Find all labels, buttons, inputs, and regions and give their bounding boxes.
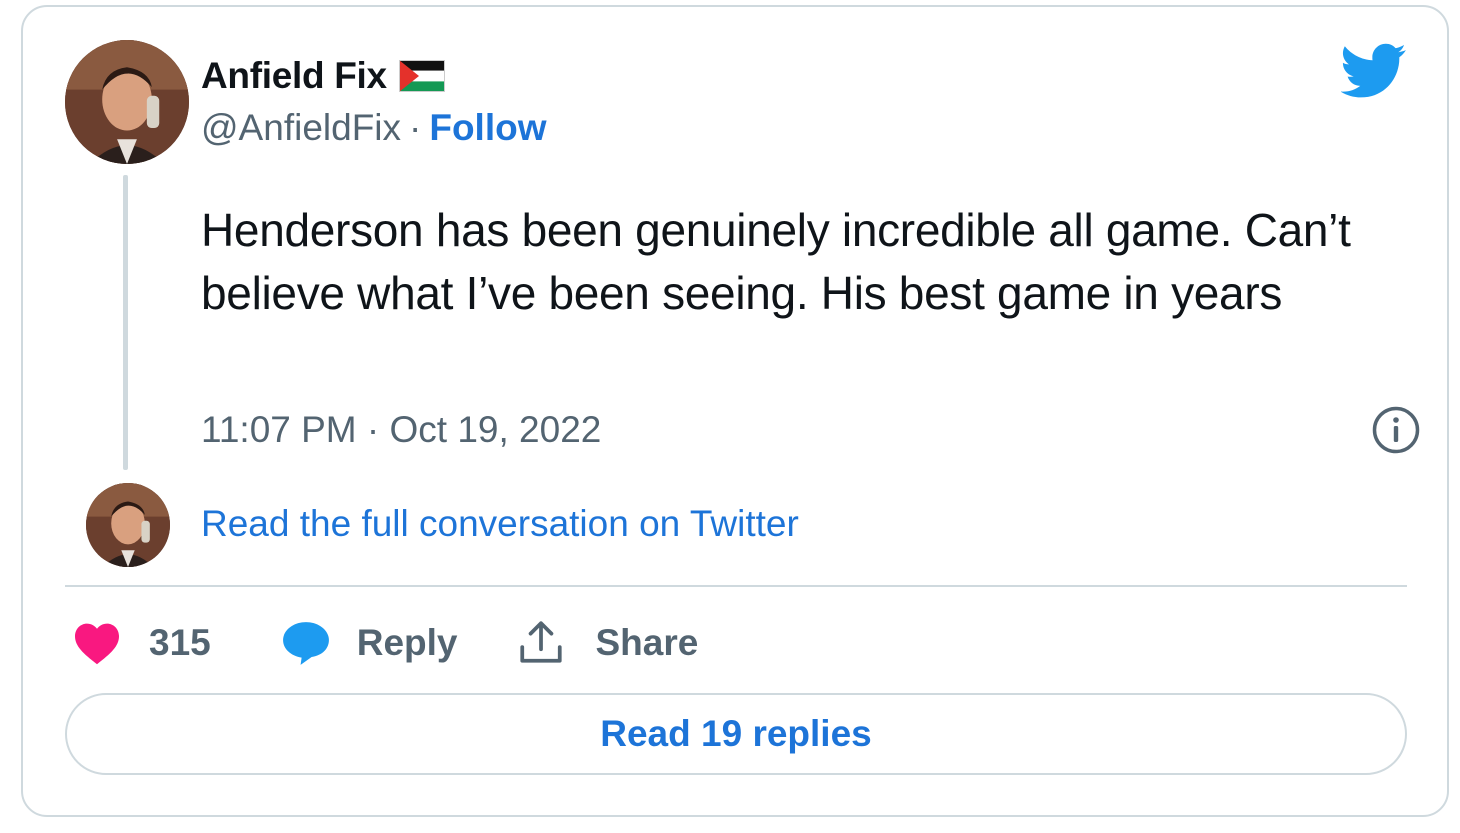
share-label: Share <box>595 622 699 663</box>
twitter-bird-icon[interactable] <box>1341 43 1407 99</box>
like-count: 315 <box>149 622 211 663</box>
read-replies-button[interactable]: Read 19 replies <box>65 693 1407 775</box>
follow-button[interactable]: Follow <box>429 107 546 149</box>
reply-button[interactable]: Reply <box>281 620 458 666</box>
tweet-text: Henderson has been genuinely incredible … <box>201 204 1351 319</box>
heart-icon <box>75 623 119 665</box>
author-name-row: Anfield Fix <box>201 55 445 97</box>
tweet-actions-bar: 315 Reply Share <box>73 613 698 673</box>
actions-divider <box>65 585 1407 587</box>
share-icon <box>519 621 562 663</box>
read-full-conversation-link[interactable]: Read the full conversation on Twitter <box>201 503 799 545</box>
palestine-flag-icon <box>398 60 445 92</box>
author-handle-row: @AnfieldFix · Follow <box>201 107 547 149</box>
viewer-avatar <box>86 483 170 567</box>
tweet-embed-card: Anfield Fix @AnfieldFix · Follow Henders… <box>21 5 1449 817</box>
reply-label: Reply <box>356 622 458 663</box>
tweet-timestamp[interactable]: 11:07 PM · Oct 19, 2022 <box>201 409 601 451</box>
separator-dot: · <box>409 107 422 148</box>
author-name[interactable]: Anfield Fix <box>201 55 387 97</box>
share-button[interactable]: Share <box>516 618 699 668</box>
info-icon[interactable] <box>1371 405 1421 455</box>
thread-connector-line <box>123 175 128 470</box>
author-avatar[interactable] <box>65 40 189 164</box>
reply-bubble-icon <box>282 622 329 665</box>
like-button[interactable]: 315 <box>73 621 211 665</box>
author-handle[interactable]: @AnfieldFix <box>201 107 401 149</box>
